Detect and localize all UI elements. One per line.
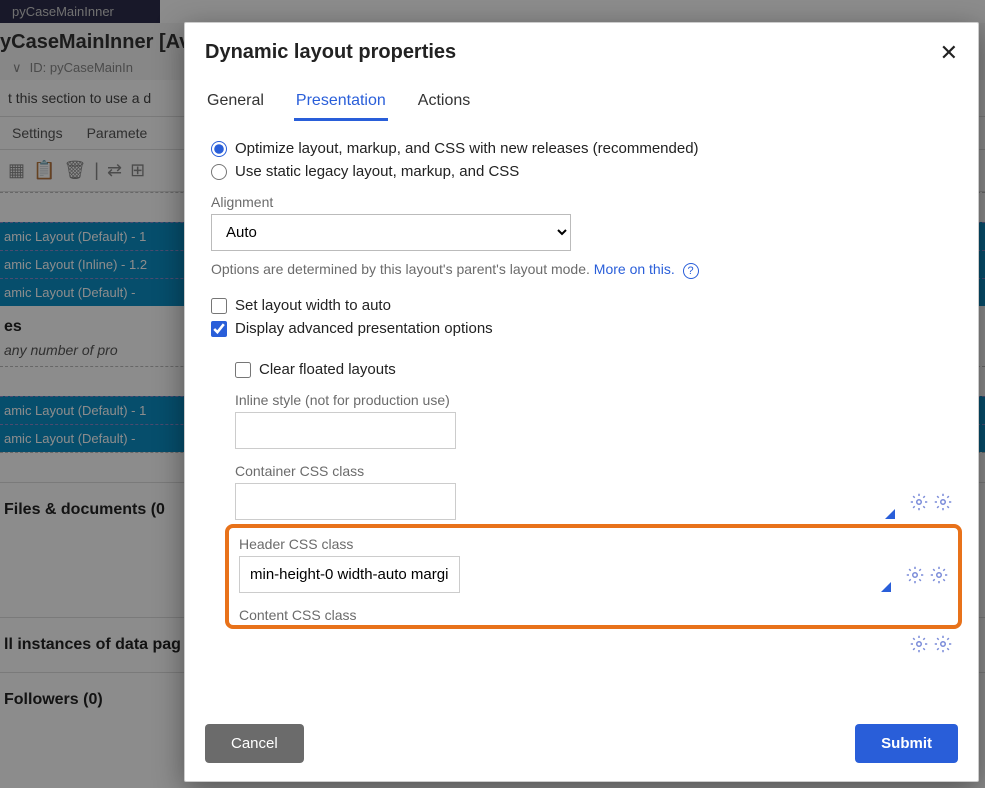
gear-icon[interactable] bbox=[910, 493, 928, 511]
more-link[interactable]: More on this. bbox=[594, 261, 675, 277]
check-advanced-label: Display advanced presentation options bbox=[235, 320, 493, 337]
header-css-label: Header CSS class bbox=[239, 536, 948, 552]
check-width-label: Set layout width to auto bbox=[235, 297, 391, 314]
inline-style-label: Inline style (not for production use) bbox=[235, 392, 952, 408]
container-css-label: Container CSS class bbox=[235, 463, 952, 479]
close-icon[interactable]: ✕ bbox=[940, 42, 958, 64]
gear-icon[interactable] bbox=[906, 566, 924, 584]
radio-legacy[interactable] bbox=[211, 164, 227, 180]
gear-icon[interactable] bbox=[910, 635, 928, 653]
check-clear-label: Clear floated layouts bbox=[259, 361, 396, 378]
container-css-input[interactable] bbox=[235, 483, 456, 520]
header-css-input[interactable] bbox=[239, 556, 460, 593]
tab-bar: General Presentation Actions bbox=[205, 72, 958, 122]
radio-legacy-label: Use static legacy layout, markup, and CS… bbox=[235, 163, 519, 180]
tab-actions[interactable]: Actions bbox=[416, 84, 472, 121]
dynamic-layout-modal: Dynamic layout properties ✕ General Pres… bbox=[184, 22, 979, 782]
alignment-select[interactable]: Auto bbox=[211, 214, 571, 251]
content-css-label: Content CSS class bbox=[239, 607, 948, 623]
alignment-label: Alignment bbox=[211, 194, 952, 210]
gear-icon[interactable] bbox=[930, 566, 948, 584]
tab-general[interactable]: General bbox=[205, 84, 266, 121]
radio-optimize-label: Optimize layout, markup, and CSS with ne… bbox=[235, 140, 699, 157]
modal-scroll[interactable]: General Presentation Actions Optimize la… bbox=[185, 72, 978, 710]
bg-tab: pyCaseMainInner bbox=[0, 0, 160, 23]
gear-icon[interactable] bbox=[934, 635, 952, 653]
inline-style-input[interactable] bbox=[235, 412, 456, 449]
header-css-highlight: Header CSS class Content CSS class bbox=[225, 524, 962, 629]
options-hint: Options are determined by this layout's … bbox=[211, 261, 952, 279]
cancel-button[interactable]: Cancel bbox=[205, 724, 304, 763]
check-advanced[interactable] bbox=[211, 321, 227, 337]
submit-button[interactable]: Submit bbox=[855, 724, 958, 763]
modal-title: Dynamic layout properties bbox=[205, 41, 456, 64]
help-icon[interactable]: ? bbox=[683, 263, 699, 279]
radio-optimize[interactable] bbox=[211, 141, 227, 157]
check-clear-floated[interactable] bbox=[235, 362, 251, 378]
check-width-auto[interactable] bbox=[211, 298, 227, 314]
tab-presentation[interactable]: Presentation bbox=[294, 84, 388, 121]
gear-icon[interactable] bbox=[934, 493, 952, 511]
